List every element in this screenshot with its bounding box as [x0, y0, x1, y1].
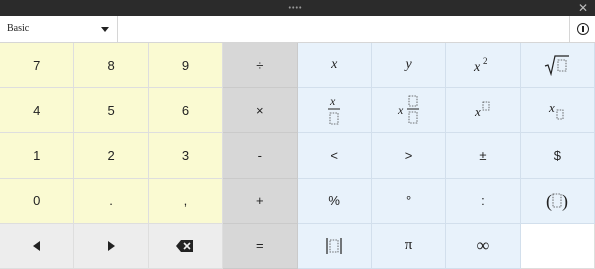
arrow-right-icon: [108, 240, 116, 251]
key-colon[interactable]: :: [446, 178, 521, 224]
key-plus-minus[interactable]: ±: [446, 133, 521, 179]
key-parentheses[interactable]: ( ): [520, 178, 595, 224]
key-fraction[interactable]: x: [297, 88, 372, 134]
key-2[interactable]: 2: [74, 133, 149, 179]
absolute-value-icon: [326, 237, 342, 254]
key-decimal[interactable]: .: [74, 178, 149, 224]
key-subscript[interactable]: x: [520, 88, 595, 134]
parentheses-icon: ( ): [546, 191, 568, 212]
svg-text:): ): [562, 191, 568, 212]
svg-text:(: (: [546, 191, 552, 212]
toolbar: Basic: [0, 16, 595, 43]
svg-text:x: x: [473, 60, 481, 75]
svg-text:x: x: [548, 100, 555, 115]
key-greater-than[interactable]: >: [371, 133, 447, 179]
key-1[interactable]: 1: [0, 133, 75, 179]
key-9[interactable]: 9: [148, 43, 224, 89]
key-degree[interactable]: °: [371, 178, 447, 224]
close-icon[interactable]: ✕: [578, 0, 588, 16]
backspace-button[interactable]: [148, 223, 224, 269]
key-5[interactable]: 5: [74, 88, 149, 134]
mode-dropdown[interactable]: Basic: [0, 16, 118, 42]
key-7[interactable]: 7: [0, 43, 75, 89]
info-button[interactable]: [569, 16, 595, 42]
key-divide[interactable]: ÷: [223, 43, 298, 89]
svg-text:x: x: [397, 103, 404, 117]
key-0[interactable]: 0: [0, 178, 75, 224]
svg-text:x: x: [329, 94, 336, 108]
key-8[interactable]: 8: [74, 43, 149, 89]
svg-text:x: x: [474, 104, 481, 119]
key-dollar[interactable]: $: [520, 133, 595, 179]
key-infinity[interactable]: ∞: [446, 223, 521, 269]
keypad: 7 8 9 ÷ x y x 2 4 5 6 × x x x x 1 2 3 - …: [0, 43, 595, 269]
cursor-left-button[interactable]: [0, 223, 75, 269]
key-4[interactable]: 4: [0, 88, 75, 134]
info-icon: [577, 23, 589, 35]
drag-handle-icon[interactable]: [288, 6, 302, 9]
key-percent[interactable]: %: [297, 178, 372, 224]
square-root-icon: [545, 55, 570, 77]
key-less-than[interactable]: <: [297, 133, 372, 179]
title-bar[interactable]: ✕: [0, 0, 595, 16]
chevron-down-icon: [101, 27, 109, 32]
key-sqrt[interactable]: [520, 43, 595, 89]
arrow-left-icon: [32, 240, 40, 251]
key-pi[interactable]: π: [371, 223, 447, 269]
key-mixed-fraction[interactable]: x: [371, 88, 447, 134]
subscript-icon: x: [548, 100, 564, 120]
key-x[interactable]: x: [297, 43, 372, 89]
key-comma[interactable]: ,: [148, 178, 224, 224]
key-square[interactable]: x 2: [446, 43, 521, 89]
key-plus[interactable]: +: [223, 178, 298, 224]
cursor-right-button[interactable]: [74, 223, 149, 269]
mixed-fraction-icon: x: [397, 95, 419, 124]
key-equals[interactable]: =: [223, 223, 298, 269]
fraction-icon: x: [328, 94, 341, 125]
empty-cell: [520, 223, 595, 269]
key-3[interactable]: 3: [148, 133, 224, 179]
svg-text:2: 2: [483, 56, 488, 66]
x-squared-icon: x 2: [473, 56, 488, 75]
key-minus[interactable]: -: [223, 133, 298, 179]
key-power[interactable]: x: [446, 88, 521, 134]
key-y[interactable]: y: [371, 43, 447, 89]
key-absolute-value[interactable]: [297, 223, 372, 269]
backspace-icon: [176, 239, 194, 252]
power-icon: x: [474, 101, 490, 119]
key-multiply[interactable]: ×: [223, 88, 298, 134]
key-6[interactable]: 6: [148, 88, 224, 134]
mode-dropdown-value: Basic: [7, 23, 30, 34]
